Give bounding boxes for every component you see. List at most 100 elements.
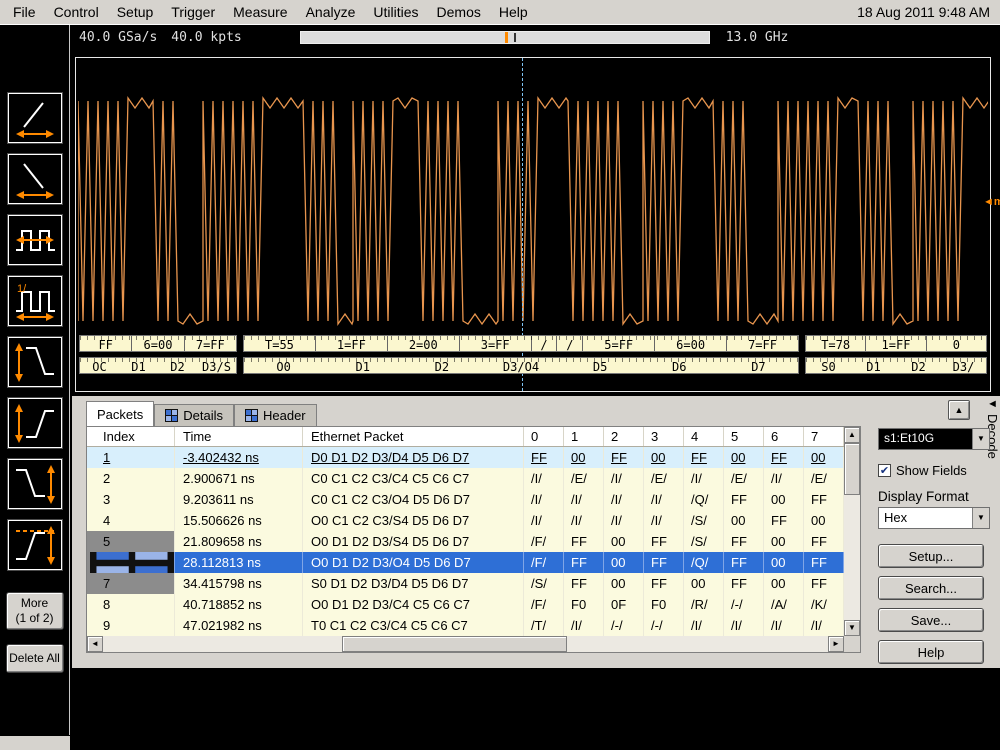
cell-packet: O0 C1 C2 C3/S4 D5 D6 D7 (303, 510, 524, 531)
menu-item-file[interactable]: File (4, 1, 45, 23)
menu-item-demos[interactable]: Demos (428, 1, 490, 23)
table-row[interactable]: 628.112813 nsO0 D1 D2 D3/O4 D5 D6 D7/F/F… (87, 552, 844, 573)
cell-value: FF (764, 447, 804, 468)
menu-item-control[interactable]: Control (45, 1, 108, 23)
tab-bar: PacketsDetailsHeader (86, 401, 317, 426)
bus-lower-right: S0D1D2D3/ (805, 357, 987, 374)
frequency-icon[interactable]: 1/ (8, 276, 62, 326)
cell-time: 47.021982 ns (175, 615, 303, 636)
column-header-ethernet-packet[interactable]: Ethernet Packet (303, 427, 524, 446)
cell-value: FF (644, 552, 684, 573)
table-row[interactable]: 1-3.402432 nsD0 D1 D2 D3/D4 D5 D6 D7FF00… (87, 447, 844, 468)
column-header-0[interactable]: 0 (524, 427, 564, 446)
chevron-down-icon[interactable]: ▼ (972, 429, 989, 449)
tab-header[interactable]: Header (234, 404, 317, 426)
save-button[interactable]: Save... (878, 608, 984, 632)
scroll-up-icon[interactable]: ▲ (844, 427, 860, 443)
bus-field: T=78 (806, 336, 865, 351)
menu-item-utilities[interactable]: Utilities (364, 1, 427, 23)
column-header-5[interactable]: 5 (724, 427, 764, 446)
scroll-right-icon[interactable]: ► (828, 636, 844, 652)
cell-value: /E/ (564, 468, 604, 489)
setup-button[interactable]: Setup... (878, 544, 984, 568)
menu-item-setup[interactable]: Setup (108, 1, 163, 23)
amplitude-icon[interactable] (8, 459, 62, 509)
tab-packets[interactable]: Packets (86, 401, 154, 426)
bus-field: 1=FF (865, 336, 925, 351)
column-header-index[interactable]: Index (87, 427, 175, 446)
cell-value: /F/ (524, 594, 564, 615)
cell-value: /F/ (524, 531, 564, 552)
cell-packet: O0 D1 D2 D3/O4 D5 D6 D7 (303, 552, 524, 573)
search-button[interactable]: Search... (878, 576, 984, 600)
more-page-label: (1 of 2) (15, 611, 53, 625)
memory-depth-readout: 40.0 kpts (171, 30, 241, 45)
panel-collapse-left-icon[interactable]: ◄ (985, 398, 1000, 410)
horizontal-scroll-thumb[interactable] (342, 636, 567, 652)
column-header-2[interactable]: 2 (604, 427, 644, 446)
delete-all-button[interactable]: Delete All (6, 644, 64, 673)
cell-value: 00 (564, 447, 604, 468)
display-format-select[interactable]: Hex ▼ (878, 507, 990, 529)
cell-value: /I/ (764, 468, 804, 489)
table-row[interactable]: 840.718852 nsO0 D1 D2 D3/C4 C5 C6 C7/F/F… (87, 594, 844, 615)
delta-time-rise-icon[interactable] (8, 93, 62, 143)
cell-value: 00 (764, 573, 804, 594)
period-icon[interactable] (8, 215, 62, 265)
bus-field: / (556, 336, 582, 351)
scroll-down-icon[interactable]: ▼ (844, 620, 860, 636)
menu-item-help[interactable]: Help (490, 1, 537, 23)
tab-details[interactable]: Details (154, 404, 234, 426)
delta-time-fall-icon[interactable] (8, 154, 62, 204)
cell-value: /I/ (764, 615, 804, 636)
cell-value: /I/ (684, 615, 724, 636)
horizontal-position-slider[interactable] (300, 31, 710, 44)
waveform-display: FF6=007=FF T=551=FF2=003=FF//5=FF6=007=F… (75, 57, 991, 392)
decode-source-select[interactable]: s1:Et10G ▼ (878, 428, 990, 450)
cell-value: /T/ (524, 615, 564, 636)
column-header-7[interactable]: 7 (804, 427, 844, 446)
column-header-3[interactable]: 3 (644, 427, 684, 446)
table-row[interactable]: 521.809658 nsO0 D1 D2 D3/S4 D5 D6 D7/F/F… (87, 531, 844, 552)
cell-value: 00 (804, 510, 844, 531)
vertical-scrollbar[interactable]: ▲ ▼ (844, 427, 860, 636)
bus-field: D3/S (197, 358, 236, 373)
show-fields-checkbox[interactable]: ✔ (878, 464, 891, 477)
fall-time-icon[interactable] (8, 337, 62, 387)
table-row[interactable]: 415.506626 nsO0 C1 C2 C3/S4 D5 D6 D7/I//… (87, 510, 844, 531)
cell-value: 00 (684, 573, 724, 594)
table-row[interactable]: 947.021982 nsT0 C1 C2 C3/C4 C5 C6 C7/T//… (87, 615, 844, 636)
cell-value: FF (804, 552, 844, 573)
menu-item-trigger[interactable]: Trigger (162, 1, 224, 23)
rise-time-icon[interactable] (8, 398, 62, 448)
help-button[interactable]: Help (878, 640, 984, 664)
column-header-6[interactable]: 6 (764, 427, 804, 446)
chevron-down-icon[interactable]: ▼ (972, 508, 989, 528)
table-row[interactable]: 22.900671 nsC0 C1 C2 C3/C4 C5 C6 C7/I//E… (87, 468, 844, 489)
table-row[interactable]: 734.415798 nsS0 D1 D2 D3/D4 D5 D6 D7/S/F… (87, 573, 844, 594)
table-row[interactable]: 39.203611 nsC0 C1 C2 C3/O4 D5 D6 D7/I//I… (87, 489, 844, 510)
cell-value: FF (644, 573, 684, 594)
vertical-scroll-thumb[interactable] (844, 443, 860, 495)
cell-value: 00 (604, 531, 644, 552)
overshoot-icon[interactable] (8, 520, 62, 570)
column-header-time[interactable]: Time (175, 427, 303, 446)
bus-upper-middle: T=551=FF2=003=FF//5=FF6=007=FF (243, 335, 799, 352)
column-header-1[interactable]: 1 (564, 427, 604, 446)
scroll-left-icon[interactable]: ◄ (87, 636, 103, 652)
column-header-4[interactable]: 4 (684, 427, 724, 446)
cell-value: /I/ (644, 489, 684, 510)
horizontal-scrollbar[interactable]: ◄ ► (87, 636, 844, 652)
menu-item-measure[interactable]: Measure (224, 1, 296, 23)
cell-value: 00 (764, 531, 804, 552)
marker-m1[interactable]: ◄m1 (983, 196, 1000, 208)
cell-value: FF (724, 552, 764, 573)
marker-arrow-icon: ◄ (983, 196, 994, 208)
packet-table-container: IndexTimeEthernet Packet012345671-3.4024… (86, 426, 861, 653)
decode-controls: s1:Et10G ▼ ✔ Show Fields Display Format … (878, 428, 990, 664)
panel-collapse-up-button[interactable]: ▲ (948, 400, 970, 420)
more-button[interactable]: More(1 of 2) (6, 592, 64, 630)
cell-index: 3 (87, 489, 175, 510)
delete-all-label: Delete All (9, 651, 60, 665)
menu-item-analyze[interactable]: Analyze (297, 1, 365, 23)
